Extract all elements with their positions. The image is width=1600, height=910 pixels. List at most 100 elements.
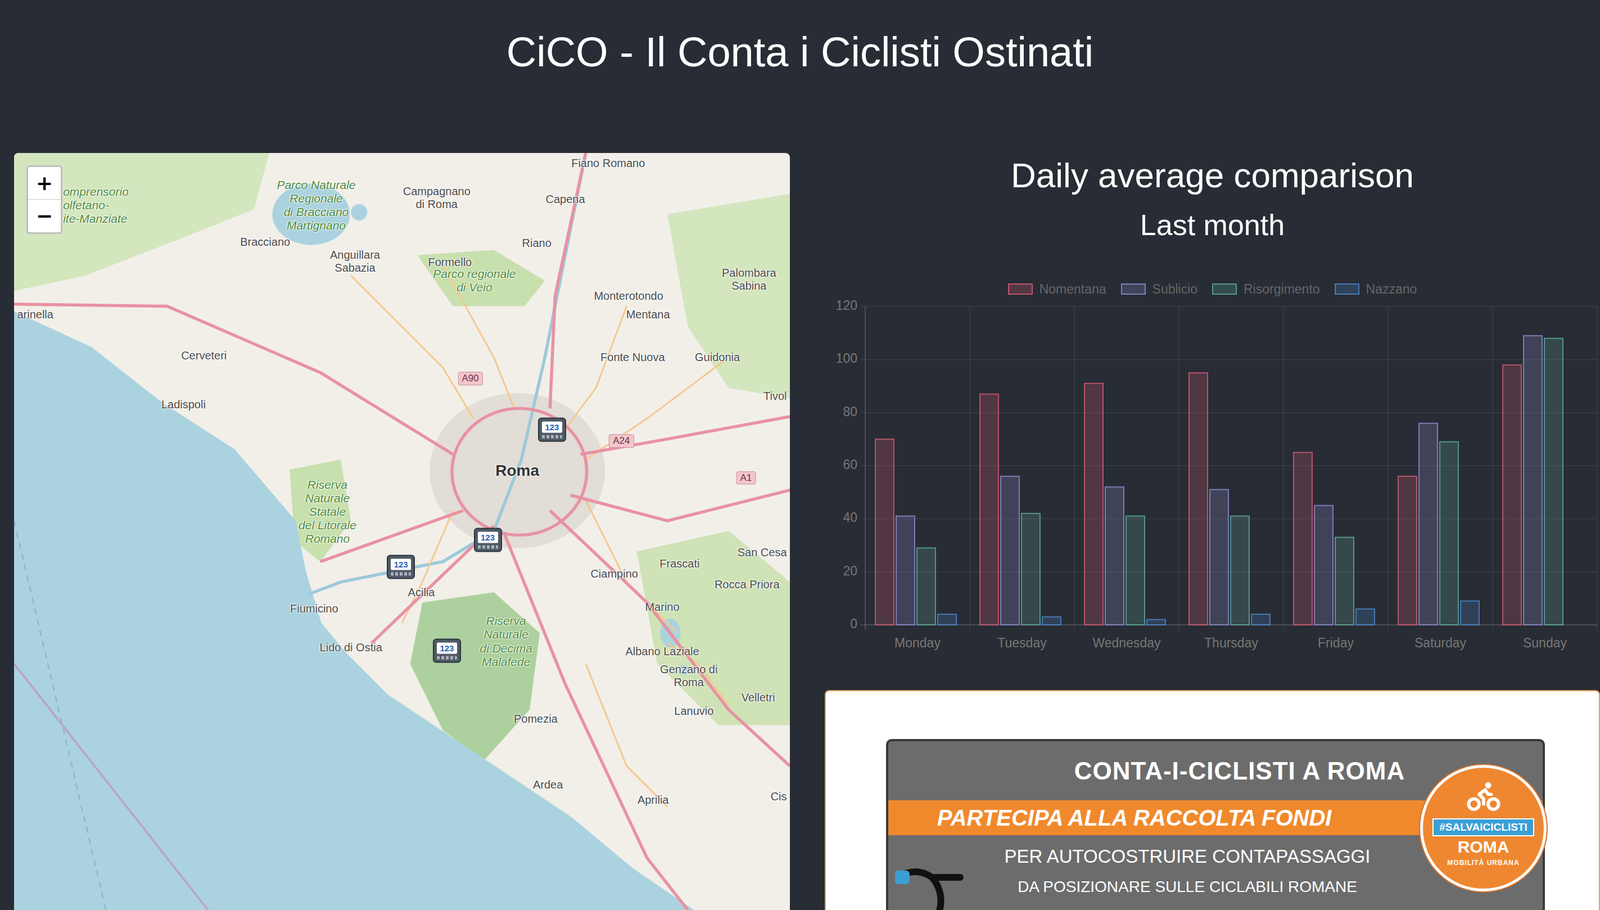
legend-swatch (1008, 283, 1033, 295)
lake (350, 204, 368, 221)
category-group: Thursday (1189, 372, 1270, 650)
svg-text:80: 80 (842, 404, 858, 419)
place-label: Cis (770, 789, 788, 803)
label-line: Frascati (659, 557, 700, 571)
bar[interactable] (1230, 516, 1250, 625)
bar[interactable] (1460, 600, 1480, 625)
label-line: Acilia (408, 585, 436, 599)
bar[interactable] (1042, 616, 1061, 625)
place-label: Fonte Nuova (600, 350, 666, 364)
label-line: omprensorio (62, 184, 129, 198)
label-line: A24 (612, 435, 630, 447)
bar[interactable] (1544, 338, 1563, 625)
bar[interactable] (1398, 476, 1417, 625)
label-line: Formello (427, 255, 472, 269)
bar[interactable] (937, 613, 957, 625)
banner-card[interactable]: CONTA-I-CICLISTI A ROMAPARTECIPA ALLA RA… (824, 689, 1600, 910)
bar[interactable] (1356, 608, 1375, 625)
label-line: Ciampino (590, 567, 638, 581)
place-label: Lido di Ostia (319, 640, 383, 654)
bar[interactable] (875, 439, 894, 625)
bar[interactable] (1565, 624, 1584, 626)
grid-line (969, 306, 971, 631)
svg-text:120: 120 (835, 297, 858, 313)
bike-icon (1465, 777, 1502, 814)
counter-icon: 123 (436, 642, 458, 654)
bar[interactable] (1209, 489, 1229, 625)
road-shield: A1 (736, 471, 757, 485)
category-group: Sunday (1502, 335, 1567, 650)
bar[interactable] (916, 547, 936, 625)
place-label: Riano (522, 236, 552, 250)
bar[interactable] (1189, 372, 1208, 625)
legend-item[interactable]: Nomentana (1008, 281, 1107, 297)
counter-icon: 123 (390, 558, 411, 570)
map-tiles[interactable] (14, 152, 790, 910)
label-line: olfetano- (62, 198, 129, 212)
counter-pin[interactable]: 123 (538, 417, 567, 442)
counter-icon: 123 (477, 531, 499, 544)
bar[interactable] (979, 394, 999, 625)
label-line: Genzano di (660, 662, 718, 676)
bar[interactable] (1126, 516, 1145, 625)
label-line: Albano Laziale (625, 644, 699, 658)
legend-item[interactable]: Risorgimento (1212, 281, 1321, 297)
bar[interactable] (1146, 619, 1166, 625)
label-line: San Cesa (737, 545, 788, 559)
zoom-in-button[interactable]: + (28, 166, 61, 200)
category-label: Sunday (1522, 635, 1568, 650)
place-label: Mentana (626, 308, 671, 322)
bar[interactable] (1251, 613, 1270, 625)
counter-pin[interactable]: 123 (473, 527, 503, 553)
place-label: Albano Laziale (625, 644, 699, 658)
place-label: Ardea (532, 777, 563, 791)
counter-pin[interactable]: 123 (386, 554, 415, 579)
bar[interactable] (1439, 441, 1459, 625)
category-label: Wednesday (1092, 635, 1161, 650)
label-line: Cis (770, 789, 788, 803)
label-line: Pomezia (513, 712, 558, 726)
place-label: Velletri (741, 690, 776, 704)
legend-label: Sublicio (1152, 281, 1199, 297)
place-label: Tivol (763, 389, 787, 403)
bar[interactable] (1335, 536, 1354, 625)
category-label: Monday (894, 635, 941, 650)
place-label: Genzano diRoma (660, 662, 718, 689)
label-line: Romano (298, 531, 357, 546)
bar[interactable] (1502, 364, 1522, 625)
label-line: Sabina (721, 279, 777, 293)
map-panel[interactable]: omprensorioolfetano-ite-ManziateParco Na… (14, 152, 790, 910)
counter-base (436, 655, 458, 659)
bar[interactable] (1105, 486, 1124, 625)
counter-pin[interactable]: 123 (432, 638, 461, 663)
label-line: Ardea (532, 777, 563, 791)
bar[interactable] (1418, 423, 1438, 625)
label-line: di Bracciano (276, 205, 356, 219)
zoom-out-button[interactable]: − (28, 199, 61, 233)
legend-item[interactable]: Nazzano (1334, 281, 1418, 297)
bar[interactable] (1523, 335, 1543, 625)
urban-area (429, 392, 605, 549)
bar[interactable] (1084, 383, 1104, 625)
header: CiCO - Il Conta i Ciclisti Ostinati (0, 0, 1600, 78)
handlebar-icon (892, 860, 966, 910)
bar[interactable] (1000, 476, 1020, 625)
label-line: Palombara (721, 266, 777, 280)
bar[interactable] (1293, 452, 1313, 625)
label-line: Aprilia (637, 792, 670, 806)
bar[interactable] (896, 516, 915, 625)
label-line: Tivol (763, 389, 787, 403)
legend-item[interactable]: Sublicio (1121, 281, 1199, 297)
y-tick: 120 (835, 297, 1598, 313)
counter-icon: 123 (541, 421, 563, 433)
svg-text:20: 20 (842, 563, 858, 578)
place-label: Ladispoli (161, 397, 206, 411)
place-label: arinella (16, 308, 53, 322)
label-line: Campagnano (403, 184, 471, 198)
label-line: Regionale (276, 191, 356, 205)
category-label: Friday (1317, 635, 1354, 650)
place-label: Aprilia (637, 792, 670, 806)
bar[interactable] (1314, 505, 1333, 625)
bar[interactable] (1021, 513, 1041, 625)
category-group: Saturday (1398, 423, 1480, 651)
